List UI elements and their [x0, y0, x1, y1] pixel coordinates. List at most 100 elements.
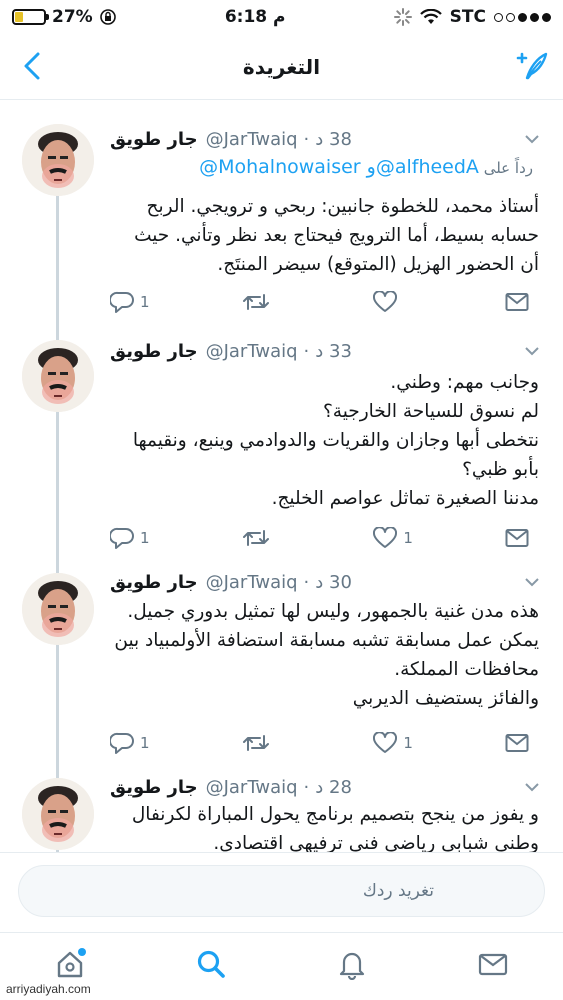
dm-share-button[interactable]	[505, 528, 533, 548]
tweet-header: جار طويق @JarTwaiq · 30 د	[110, 571, 352, 593]
handle[interactable]: @JarTwaiq	[206, 129, 298, 150]
tab-notifications[interactable]	[330, 942, 374, 986]
chevron-down-icon[interactable]	[523, 573, 541, 591]
envelope-icon	[505, 734, 529, 752]
avatar[interactable]	[22, 573, 94, 645]
like-count: 1	[403, 734, 413, 752]
tweet-line: بأبو ظبي؟	[462, 459, 539, 480]
messages-icon	[478, 953, 507, 975]
display-name[interactable]: جار طويق	[110, 341, 198, 362]
tweet-header: جار طويق @JarTwaiq · 33 د	[110, 340, 352, 362]
timestamp: 33 د	[315, 340, 352, 362]
tweet-line: لم نسوق للسياحة الخارجية؟	[322, 401, 539, 422]
signal-icon	[493, 12, 551, 22]
status-left: 27%	[12, 7, 117, 27]
retweet-icon	[242, 735, 269, 751]
reply-icon	[110, 291, 134, 313]
tweet-header: جار طويق @JarTwaiq · 38 د	[110, 128, 352, 150]
tweet-text: وجانب مهم: وطني. لم نسوق للسياحة الخارجي…	[110, 368, 539, 513]
clock: 6:18 م	[224, 7, 286, 27]
timestamp: 38 د	[315, 128, 352, 150]
chevron-down-icon[interactable]	[523, 130, 541, 148]
tweet-actions: 1	[110, 288, 533, 316]
tweet-line: نتخطى أبها وجازان والقريات والدوادمي وين…	[132, 430, 539, 451]
tweet-line: وجانب مهم: وطني.	[390, 372, 539, 393]
tweet-actions: 1 1	[110, 729, 533, 757]
retweet-icon	[242, 294, 269, 310]
dm-share-button[interactable]	[505, 733, 533, 753]
handle[interactable]: @JarTwaiq	[206, 572, 298, 593]
tab-home[interactable]	[48, 942, 92, 986]
tweet-line: هذه مدن غنية بالجمهور، وليس لها تمثيل بد…	[127, 601, 539, 622]
status-bar: 27% 6:18 م STC	[0, 0, 563, 34]
reply-icon	[110, 527, 134, 549]
retweet-icon	[242, 530, 269, 546]
tweet-line: مدننا الصغيرة تماثل عواصم الخليج.	[271, 488, 539, 509]
heart-icon	[373, 527, 398, 548]
back-button[interactable]	[14, 48, 50, 84]
tweet-header: جار طويق @JarTwaiq · 28 د	[110, 776, 352, 798]
heart-icon	[373, 291, 398, 312]
handle[interactable]: @JarTwaiq	[206, 341, 298, 362]
notification-dot	[78, 947, 87, 956]
search-icon	[198, 950, 225, 978]
chevron-down-icon[interactable]	[523, 778, 541, 796]
like-button[interactable]	[373, 291, 433, 313]
tweet-line: و يفوز من ينجح بتصميم برنامج يحول المبار…	[131, 804, 539, 825]
reply-button[interactable]: 1	[110, 527, 170, 549]
tweet-line: وطني شبابي رياضي فني ترفيهي اقتصادي.	[213, 833, 539, 852]
retweet-button[interactable]	[242, 732, 302, 754]
reply-button[interactable]: 1	[110, 291, 170, 313]
activity-spinner-icon	[393, 8, 412, 26]
reply-count: 1	[140, 293, 150, 311]
timestamp: 28 د	[315, 776, 352, 798]
like-count: 1	[403, 529, 413, 547]
tweet[interactable]: جار طويق @JarTwaiq · 28 د و يفوز من ينجح…	[0, 770, 563, 852]
display-name[interactable]: جار طويق	[110, 777, 198, 798]
handle[interactable]: @JarTwaiq	[206, 777, 298, 798]
page-title: التغريدة	[242, 54, 321, 79]
tweet-line: حسابه بسيط، أما الترويج فيحتاج بعد نظر و…	[134, 225, 539, 246]
heart-icon	[373, 732, 398, 753]
status-right: STC	[393, 7, 551, 27]
tweet-text: أستاذ محمد، للخطوة جانبين: ربحي و ترويجي…	[134, 192, 539, 279]
retweet-button[interactable]	[242, 291, 302, 313]
display-name[interactable]: جار طويق	[110, 572, 198, 593]
nav-header: التغريدة	[0, 34, 563, 100]
reply-count: 1	[140, 734, 150, 752]
like-button[interactable]: 1	[373, 732, 433, 754]
envelope-icon	[505, 529, 529, 547]
reply-input[interactable]: تغريد ردك	[18, 865, 545, 917]
tab-search[interactable]	[189, 942, 233, 986]
reply-prefix: رداً على	[483, 159, 533, 177]
like-button[interactable]: 1	[373, 527, 433, 549]
reply-count: 1	[140, 529, 150, 547]
tweet-line: أن الحضور الهزيل (المتوقع) سيضر المنتَج.	[217, 254, 539, 275]
chevron-down-icon[interactable]	[523, 342, 541, 360]
compose-tweet-button[interactable]	[511, 46, 551, 86]
tab-messages[interactable]	[471, 942, 515, 986]
dm-share-button[interactable]	[505, 292, 533, 312]
avatar[interactable]	[22, 340, 94, 412]
battery-percent: 27%	[52, 7, 93, 27]
avatar[interactable]	[22, 778, 94, 850]
tweet[interactable]: جار طويق @JarTwaiq · 38 د رداً على @Moha…	[0, 100, 563, 330]
reply-mentions[interactable]: @Mohalnowaiser و@alfheedA	[199, 156, 479, 178]
rotation-lock-icon	[99, 9, 116, 25]
reply-composer: تغريد ردك	[0, 852, 563, 932]
reply-button[interactable]: 1	[110, 732, 170, 754]
reply-icon	[110, 732, 134, 754]
avatar[interactable]	[22, 124, 94, 196]
display-name[interactable]: جار طويق	[110, 129, 198, 150]
tweet-text: هذه مدن غنية بالجمهور، وليس لها تمثيل بد…	[110, 597, 539, 713]
carrier-name: STC	[449, 7, 486, 27]
tweet-line: والفائز يستضيف الديربي	[352, 688, 539, 709]
reply-context: رداً على @Mohalnowaiser و@alfheedA	[199, 156, 533, 178]
tweet[interactable]: جار طويق @JarTwaiq · 33 د وجانب مهم: وطن…	[0, 330, 563, 560]
tweet-text: و يفوز من ينجح بتصميم برنامج يحول المبار…	[110, 800, 539, 852]
chevron-left-icon	[24, 52, 40, 80]
retweet-button[interactable]	[242, 527, 302, 549]
compose-tweet-icon	[516, 52, 548, 80]
tweet[interactable]: جار طويق @JarTwaiq · 30 د هذه مدن غنية ب…	[0, 565, 563, 770]
envelope-icon	[505, 293, 529, 311]
